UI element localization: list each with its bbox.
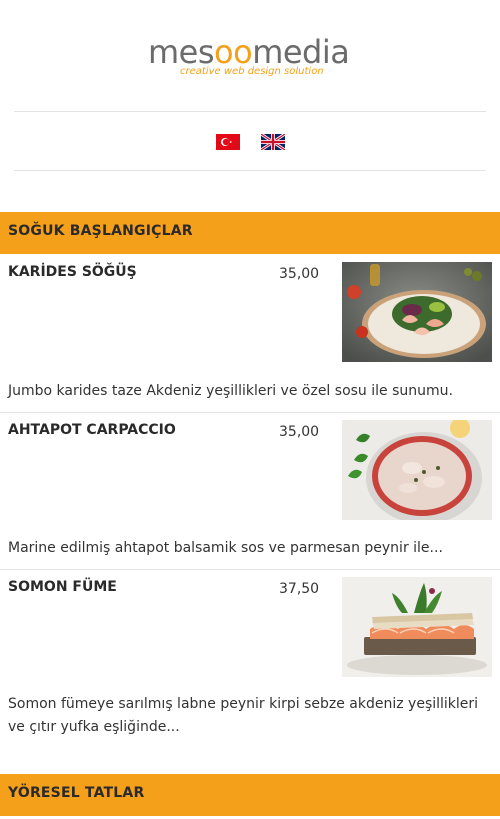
smoked-salmon-photo[interactable] — [342, 577, 492, 677]
category-title: YÖRESEL TATLAR — [8, 785, 145, 801]
shrimp-salad-photo[interactable] — [342, 262, 492, 362]
item-description: Somon fümeye sarılmış labne peynir kirpi… — [8, 696, 479, 735]
item-name: AHTAPOT CARPACCIO — [8, 422, 176, 438]
item-description: Jumbo karides taze Akdeniz yeşillikleri … — [8, 383, 453, 399]
turkey-flag-icon[interactable] — [216, 134, 240, 150]
header-divider-top — [14, 111, 486, 112]
item-price: 35,00 — [279, 266, 320, 282]
mesoomedia-logo[interactable]: mesoomedia creative web design solution — [148, 36, 358, 80]
item-description: Marine edilmiş ahtapot balsamik sos ve p… — [8, 540, 443, 556]
octopus-carpaccio-photo[interactable] — [342, 420, 492, 520]
item-name: KARİDES SÖĞÜŞ — [8, 264, 137, 280]
item-price: 37,50 — [279, 581, 320, 597]
logo-tagline: creative web design solution — [180, 66, 324, 77]
header: mesoomedia creative web design solution — [0, 0, 500, 212]
uk-flag-icon[interactable] — [261, 134, 285, 150]
menu-item[interactable]: AHTAPOT CARPACCIO 35,00 Marine edilmiş a… — [0, 412, 500, 569]
logo-wordmark: mesoomedia — [148, 33, 350, 71]
menu-item[interactable]: KARİDES SÖĞÜŞ 35,00 Jumbo karides taze A… — [0, 254, 500, 412]
item-price: 35,00 — [279, 424, 320, 440]
category-header-regional-dishes[interactable]: YÖRESEL TATLAR — [0, 774, 500, 816]
menu-item[interactable]: SOMON FÜME 37,50 Somon fümeye sarılmış l… — [0, 569, 500, 774]
item-name: SOMON FÜME — [8, 579, 117, 595]
header-divider-bottom — [14, 170, 486, 171]
category-header-cold-starters[interactable]: SOĞUK BAŞLANGIÇLAR — [0, 212, 500, 254]
language-switcher — [216, 134, 285, 150]
category-title: SOĞUK BAŞLANGIÇLAR — [8, 223, 193, 239]
